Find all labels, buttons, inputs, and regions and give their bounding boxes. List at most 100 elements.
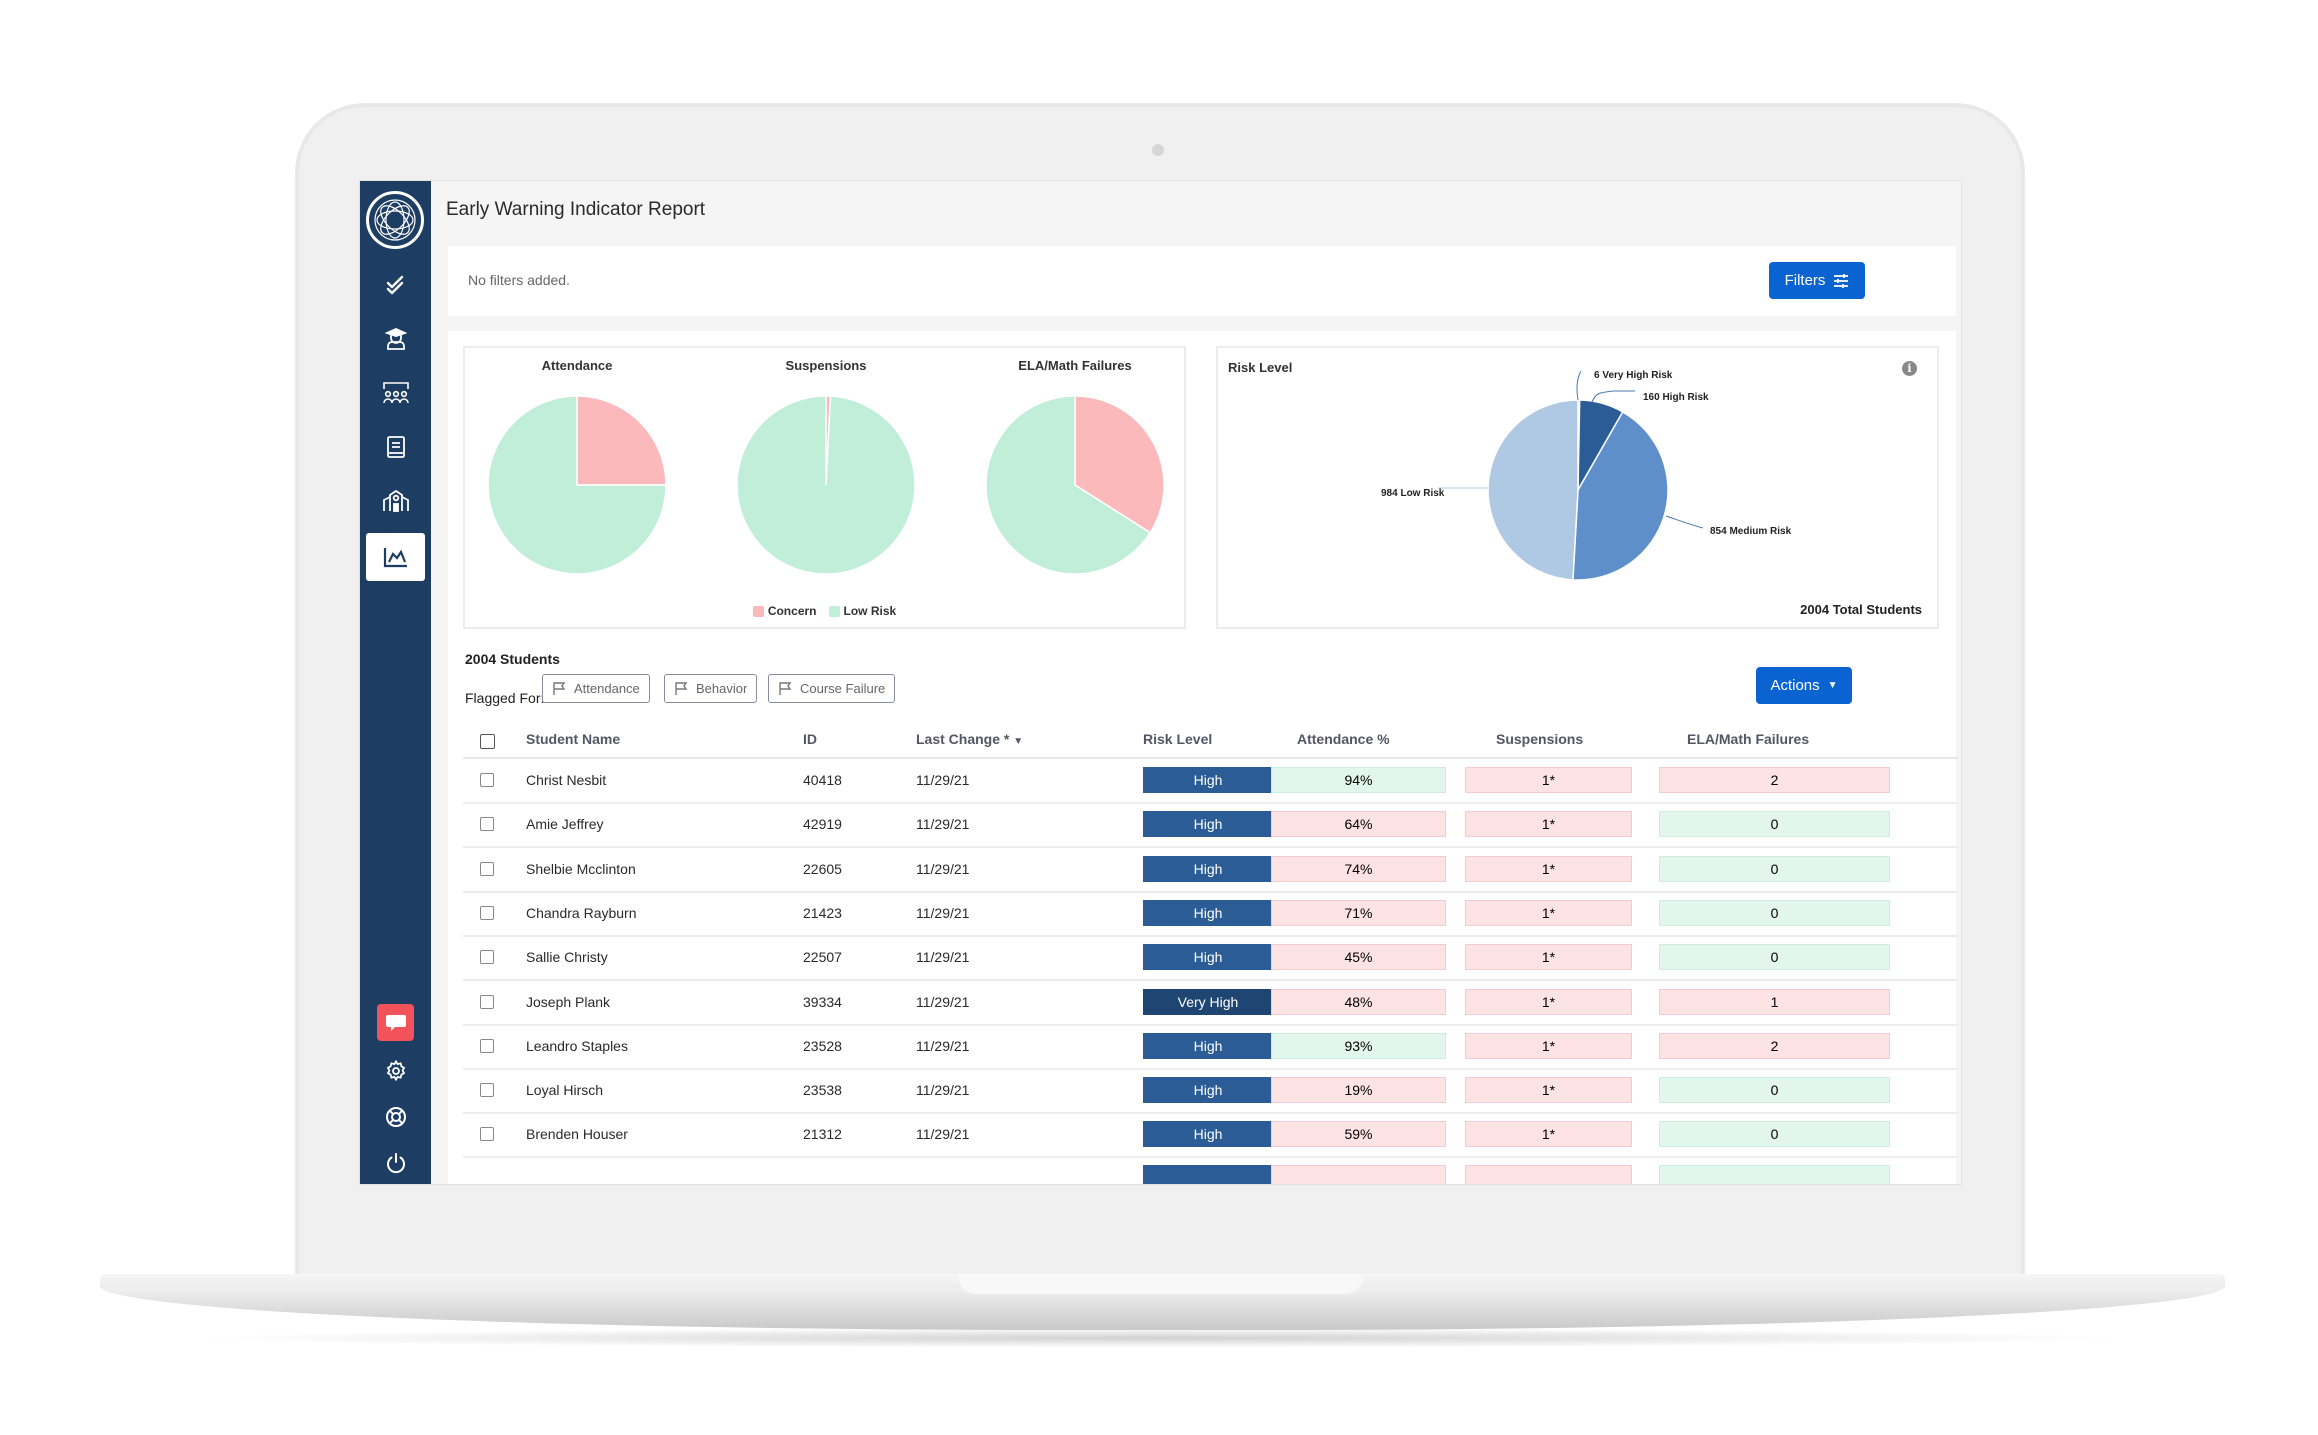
actions-button-label: Actions [1770, 677, 1820, 694]
student-name[interactable]: Joseph Plank [526, 994, 610, 1010]
table-row[interactable]: Chandra Rayburn 21423 11/29/21 High 71% 1* 0 [463, 891, 1958, 937]
row-checkbox[interactable] [480, 1038, 494, 1053]
filter-status: No filters added. [468, 272, 570, 288]
sidebar-item-settings[interactable] [366, 1047, 425, 1095]
pie-slice-attendance-concern[interactable] [576, 395, 667, 486]
ela-math-value: 2 [1659, 767, 1890, 793]
sidebar-item-tasks[interactable] [366, 261, 425, 309]
flag-chip-course-failure[interactable]: Course Failure [768, 674, 896, 703]
sidebar-item-resources[interactable] [366, 423, 425, 471]
row-checkbox[interactable] [480, 1083, 494, 1098]
legend-item-low-risk[interactable]: Low Risk [828, 604, 896, 618]
risk-badge: Very High [1143, 988, 1273, 1015]
risk-badge: High [1143, 1121, 1273, 1148]
row-checkbox[interactable] [480, 861, 494, 876]
suspensions-value: 1* [1465, 767, 1632, 793]
sidebar-item-schools[interactable] [366, 477, 425, 525]
attendance-value: 94% [1271, 767, 1446, 793]
ela-math-value: 0 [1659, 944, 1890, 971]
table-row[interactable]: Leandro Staples 23528 11/29/21 High 93% 1* 2 [463, 1024, 1958, 1070]
table-row[interactable]: Sallie Christy 22507 11/29/21 High 45% 1* 0 [463, 935, 1958, 982]
ela-math-value: 2 [1659, 1032, 1890, 1059]
table-row[interactable]: Joseph Plank 39334 11/29/21 Very High 48% 1* 1 [463, 980, 1958, 1026]
sidebar-item-logout[interactable] [366, 1139, 425, 1184]
student-name[interactable]: Brenden Houser [526, 1126, 628, 1142]
legend-item-concern[interactable]: Concern [752, 604, 817, 618]
attendance-value: 93% [1271, 1032, 1446, 1059]
ela-math-value: 0 [1659, 1077, 1890, 1104]
row-checkbox[interactable] [480, 994, 494, 1009]
row-checkbox[interactable] [480, 905, 494, 920]
attendance-value: 19% [1271, 1077, 1446, 1104]
filters-button[interactable]: Filters [1769, 262, 1865, 299]
row-checkbox[interactable] [480, 773, 494, 787]
select-all-checkbox[interactable] [480, 734, 495, 749]
col-risk-level[interactable]: Risk Level [1143, 731, 1212, 747]
suspensions-value: 1* [1465, 1032, 1632, 1059]
sidebar-item-feedback[interactable] [377, 1004, 414, 1041]
row-checkbox[interactable] [480, 817, 494, 832]
table-row[interactable]: Brenden Houser 21312 11/29/21 High 59% 1* 0 [463, 1112, 1958, 1159]
attendance-value: 48% [1271, 988, 1446, 1015]
col-ela-math[interactable]: ELA/Math Failures [1687, 731, 1809, 747]
table-row[interactable]: Shelbie Mcclinton 22605 11/29/21 High 74% 1* 0 [463, 847, 1958, 893]
col-suspensions[interactable]: Suspensions [1496, 731, 1583, 747]
student-id: 21423 [803, 904, 842, 921]
col-attendance[interactable]: Attendance % [1297, 731, 1390, 747]
actions-button[interactable]: Actions ▼ [1756, 667, 1852, 704]
chat-icon [385, 1014, 406, 1031]
flag-chip-attendance[interactable]: Attendance [542, 674, 650, 703]
app-logo[interactable] [366, 191, 424, 249]
pie-legend: Concern Low Risk [465, 604, 1184, 618]
last-change: 11/29/21 [916, 772, 970, 788]
sidebar-item-reports[interactable] [366, 533, 425, 581]
student-id: 23528 [803, 1037, 842, 1054]
legend-label-concern: Concern [767, 604, 817, 618]
student-name[interactable]: Loyal Hirsch [526, 1082, 603, 1098]
flag-chip-label: Course Failure [800, 681, 886, 696]
last-change: 11/29/21 [916, 993, 970, 1010]
student-name[interactable]: Leandro Staples [526, 1038, 628, 1054]
attendance-value: 74% [1271, 855, 1446, 882]
table-row[interactable]: Christ Nesbit 40418 11/29/21 High 94% 1* 2 [463, 758, 1958, 804]
risk-slice-low[interactable] [1487, 399, 1579, 581]
col-last-change[interactable]: Last Change * ▼ [916, 731, 1023, 747]
student-name[interactable]: Christ Nesbit [526, 772, 606, 788]
graduate-icon [384, 328, 407, 350]
attendance-value: 59% [1271, 1121, 1446, 1148]
col-id[interactable]: ID [803, 731, 817, 747]
last-change: 11/29/21 [916, 1082, 970, 1099]
table-row[interactable]: Amie Jeffrey 42919 11/29/21 High 64% 1* 0 [463, 802, 1958, 849]
suspensions-value: 1* [1465, 1121, 1632, 1148]
sidebar-item-students[interactable] [366, 315, 425, 363]
col-student-name[interactable]: Student Name [526, 731, 620, 747]
gear-icon [386, 1060, 405, 1082]
flagged-for-label: Flagged For: [465, 690, 545, 706]
sidebar-item-help[interactable] [366, 1093, 425, 1141]
student-name[interactable]: Shelbie Mcclinton [526, 861, 636, 877]
logo-icon [374, 199, 416, 241]
row-checkbox[interactable] [480, 950, 494, 965]
student-name[interactable]: Sallie Christy [526, 949, 608, 965]
leader-line-medium [1665, 515, 1704, 529]
sidebar-item-groups[interactable] [366, 369, 425, 417]
total-students: 2004 Total Students [1800, 602, 1922, 617]
row-checkbox[interactable] [480, 1127, 494, 1142]
suspensions-value [1465, 1164, 1632, 1184]
student-id: 42919 [803, 816, 842, 833]
risk-pie [1438, 370, 1704, 581]
pie-slice-suspensions-low-risk[interactable] [736, 395, 916, 575]
suspensions-value: 1* [1465, 944, 1632, 971]
power-icon [386, 1153, 405, 1174]
risk-badge: High [1143, 1077, 1273, 1104]
table-row[interactable]: Loyal Hirsch 23538 11/29/21 High 19% 1* 0 [463, 1068, 1958, 1115]
student-id: 40418 [803, 772, 842, 788]
risk-label-low: 984 Low Risk [1381, 488, 1445, 499]
flag-icon [553, 681, 566, 695]
flag-chip-behavior[interactable]: Behavior [664, 674, 758, 703]
risk-badge: High [1143, 899, 1273, 926]
risk-badge [1143, 1164, 1273, 1184]
student-name[interactable]: Chandra Rayburn [526, 905, 637, 921]
col-last-change-label: Last Change * [916, 731, 1010, 747]
student-name[interactable]: Amie Jeffrey [526, 816, 604, 832]
